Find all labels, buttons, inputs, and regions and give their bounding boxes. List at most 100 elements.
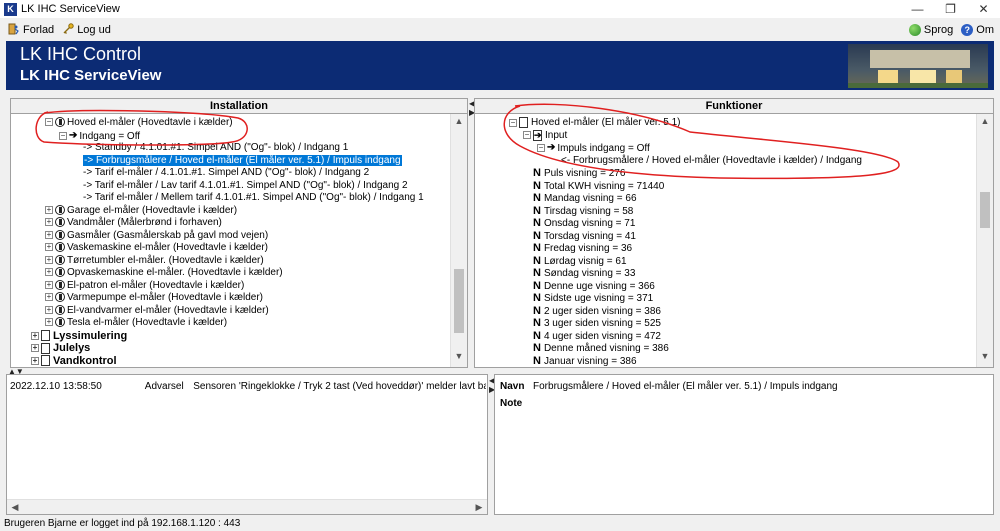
expand-icon[interactable]: + (31, 331, 39, 340)
funktioner-row-label: Hoved el-måler (El måler ver. 5.1) (531, 117, 681, 129)
expand-icon[interactable]: + (45, 255, 53, 264)
funktioner-row[interactable]: N4 uger siden visning = 472 (533, 330, 661, 343)
scroll-down-icon[interactable]: ▼ (451, 351, 467, 365)
funktioner-row[interactable]: N Puls visning = 276 (533, 167, 625, 180)
installation-row[interactable]: + Garage el-måler (Hovedtavle i kælder) (45, 205, 237, 218)
collapse-icon[interactable]: − (45, 118, 53, 127)
funktioner-row[interactable]: N Torsdag visning = 41 (533, 230, 636, 243)
funktioner-row[interactable]: N Tirsdag visning = 58 (533, 205, 633, 218)
funktioner-row[interactable]: N Søndag visning = 33 (533, 267, 635, 280)
lk-app-icon: K (4, 2, 17, 16)
expand-icon[interactable]: + (45, 268, 53, 277)
meter-icon (55, 204, 65, 215)
funktioner-row-label: Fredag visning = 36 (543, 243, 633, 254)
expand-icon[interactable]: + (45, 205, 53, 214)
collapse-icon[interactable]: − (537, 144, 545, 153)
minimize-button[interactable]: — (901, 0, 934, 18)
installation-row[interactable]: + El-vandvarmer el-måler (Hovedtavle i kæ… (45, 305, 269, 318)
installation-row[interactable]: + Gasmåler (Gasmålerskab på gavl mod veje… (45, 230, 268, 243)
installation-row[interactable]: -> Standby / 4.1.01.#1. Simpel AND ("Og"… (83, 142, 348, 155)
numeric-icon: N (533, 279, 541, 292)
installation-row[interactable]: + El-patron el-måler (Hovedtavle i kælder… (45, 280, 244, 293)
installation-row[interactable]: -> Tarif el-måler / Lav tarif 4.1.01.#1.… (83, 180, 408, 193)
menu-om[interactable]: ? Om (961, 24, 994, 36)
installation-row-label: Garage el-måler (Hovedtavle i kælder) (67, 204, 238, 216)
installation-row[interactable]: + Vandkontrol (31, 355, 117, 368)
meter-icon (55, 267, 65, 278)
menu-log-ud[interactable]: Log ud (62, 22, 111, 38)
expand-icon[interactable]: + (31, 344, 39, 353)
collapse-icon[interactable]: − (509, 118, 517, 127)
expand-icon[interactable]: + (45, 243, 53, 252)
installation-row[interactable]: + Vandmåler (Målerbrønd i forhaven) (45, 217, 222, 230)
funktioner-row[interactable]: N Onsdag visning = 71 (533, 217, 635, 230)
funktioner-row[interactable]: N Denne måned visning = 386 (533, 342, 669, 355)
meter-icon (55, 279, 65, 290)
installation-row[interactable]: + Tørretumbler el-måler. (Hovedtavle i kæ… (45, 255, 264, 268)
header-banner: LK IHC Control LK IHC ServiceView (6, 41, 994, 90)
funktioner-row[interactable]: N Total KWH visning = 71440 (533, 180, 664, 193)
numeric-icon: N (533, 217, 541, 229)
close-button[interactable]: ✕ (967, 0, 1000, 18)
scroll-up-icon[interactable]: ▲ (451, 116, 467, 130)
funktioner-row[interactable]: N2 uger siden visning = 386 (533, 305, 661, 318)
menu-forlad[interactable]: Forlad (8, 23, 54, 38)
installation-row[interactable]: + Lyssimulering (31, 330, 127, 343)
scroll-left-icon[interactable]: ◀ (8, 500, 22, 514)
funktioner-row[interactable]: N3 uger siden visning = 525 (533, 317, 661, 330)
installation-row-label: -> Forbrugsmålere / Hoved el-måler (El m… (83, 154, 402, 166)
installation-row[interactable]: + Julelys (31, 342, 90, 355)
funktioner-row-label: Denne uge visning = 366 (543, 280, 655, 292)
scroll-right-icon[interactable]: ▶ (472, 500, 486, 514)
scroll-thumb[interactable] (980, 192, 990, 228)
expand-icon[interactable]: + (45, 218, 53, 227)
installation-row[interactable]: + Tesla el-måler (Hovedtavle i kælder) (45, 317, 227, 330)
installation-row-label: Tesla el-måler (Hovedtavle i kælder) (67, 317, 228, 328)
scroll-down-icon[interactable]: ▼ (977, 351, 993, 365)
funktioner-row[interactable]: N Januar visning = 386 (533, 355, 637, 368)
funktioner-row[interactable]: − ➔ Input (523, 129, 568, 143)
installation-row[interactable]: − ➔ Indgang = Off (59, 130, 140, 143)
funktioner-row-label: Total KWH visning = 71440 (543, 180, 665, 192)
expand-icon[interactable]: + (45, 293, 53, 302)
funktioner-row[interactable]: N Denne uge visning = 366 (533, 280, 655, 293)
expand-icon[interactable]: + (45, 318, 53, 327)
funktioner-row[interactable]: N Mandag visning = 66 (533, 192, 637, 205)
funktioner-row-label: Denne måned visning = 386 (543, 343, 669, 354)
installation-scrollbar[interactable]: ▲ ▼ (450, 114, 467, 367)
menu-sprog[interactable]: Sprog (908, 24, 953, 36)
expand-icon[interactable]: + (45, 305, 53, 314)
restore-button[interactable]: ❐ (934, 0, 967, 18)
meter-icon (55, 317, 65, 328)
scroll-up-icon[interactable]: ▲ (977, 116, 993, 130)
expand-icon[interactable]: + (31, 356, 39, 365)
funktioner-row[interactable]: N Sidste uge visning = 371 (533, 292, 653, 305)
scroll-thumb[interactable] (454, 269, 464, 333)
detail-name-value: Forbrugsmålere / Hoved el-måler (El måle… (533, 381, 838, 392)
funktioner-row[interactable]: N Fredag visning = 36 (533, 242, 632, 255)
collapse-icon[interactable]: − (59, 131, 67, 140)
log-row[interactable]: 2022.12.10 13:58:50 Advarsel Sensoren 'R… (10, 381, 486, 392)
installation-row[interactable]: -> Tarif el-måler / Mellem tarif 4.1.01.… (83, 192, 424, 205)
log-message: Sensoren 'Ringeklokke / Tryk 2 tast (Ved… (193, 381, 486, 392)
numeric-icon: N (533, 204, 541, 217)
funktioner-scrollbar[interactable]: ▲ ▼ (976, 114, 993, 367)
installation-row[interactable]: − Hoved el-måler (Hovedtavle i kælder) (45, 117, 233, 130)
installation-row[interactable]: -> Forbrugsmålere / Hoved el-måler (El m… (83, 154, 402, 168)
funktioner-row[interactable]: <- Forbrugsmålere / Hoved el-måler (Hove… (561, 155, 862, 168)
collapse-icon[interactable]: − (523, 131, 531, 139)
detail-note-label: Note (500, 398, 523, 409)
log-hscrollbar[interactable]: ◀ ▶ (7, 499, 487, 514)
funktioner-row[interactable]: N Lørdag visnig = 61 (533, 255, 627, 268)
installation-row-label: Tørretumbler el-måler. (Hovedtavle i kæl… (67, 254, 264, 266)
installation-row[interactable]: -> Tarif el-måler / 4.1.01.#1. Simpel AN… (83, 167, 369, 180)
expand-icon[interactable]: + (45, 280, 53, 289)
funktioner-row-label: Input (545, 129, 568, 141)
installation-row[interactable]: + Varmepumpe el-måler (Hovedtavle i kælde… (45, 292, 263, 305)
globe-icon (908, 24, 921, 36)
installation-row[interactable]: + Opvaskemaskine el-måler. (Hovedtavle i … (45, 267, 283, 280)
funktioner-row[interactable]: − ➔ Impuls indgang = Off (537, 142, 650, 155)
expand-icon[interactable]: + (45, 230, 53, 239)
installation-row[interactable]: + Vaskemaskine el-måler (Hovedtavle i kæl… (45, 242, 268, 255)
meter-icon (55, 117, 65, 128)
